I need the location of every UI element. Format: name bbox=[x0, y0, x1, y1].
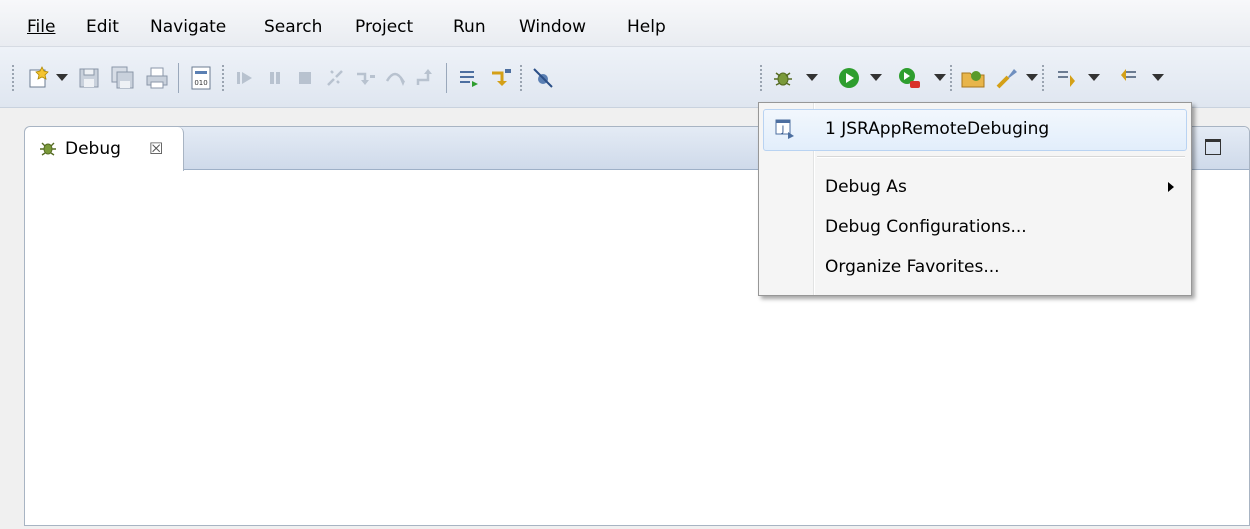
java-application-icon: J bbox=[774, 118, 796, 140]
tab-label: Debug bbox=[65, 139, 121, 159]
print-icon[interactable] bbox=[144, 65, 170, 91]
debug-icon[interactable] bbox=[770, 65, 796, 91]
menu-edit[interactable]: Edit bbox=[86, 16, 119, 38]
terminate-icon[interactable] bbox=[292, 65, 318, 91]
next-annotation-dropdown-caret[interactable] bbox=[1088, 74, 1100, 81]
save-all-icon[interactable] bbox=[110, 65, 136, 91]
tab-debug[interactable]: Debug ☒ bbox=[25, 127, 184, 171]
previous-annotation-dropdown-caret[interactable] bbox=[1152, 74, 1164, 81]
binary-icon[interactable]: 010 bbox=[188, 65, 214, 91]
menu-file[interactable]: File bbox=[27, 16, 55, 38]
new-wizard-icon[interactable] bbox=[26, 65, 52, 91]
menu-project[interactable]: Project bbox=[355, 16, 413, 38]
use-step-filters-icon[interactable] bbox=[488, 65, 514, 91]
toolbar-grip[interactable] bbox=[1042, 65, 1044, 91]
external-tools-dropdown-caret[interactable] bbox=[934, 74, 946, 81]
menu-search[interactable]: Search bbox=[264, 16, 322, 38]
menu-item-label: 1 JSRAppRemoteDebuging bbox=[825, 119, 1050, 139]
close-icon[interactable]: ☒ bbox=[149, 139, 163, 159]
run-icon[interactable] bbox=[836, 65, 862, 91]
toolbar-separator bbox=[178, 63, 179, 93]
menu-bar: File Edit Navigate Search Project Run Wi… bbox=[0, 0, 1250, 47]
toolbar-grip[interactable] bbox=[950, 65, 952, 91]
step-over-icon[interactable] bbox=[382, 65, 408, 91]
menu-item-organize-favorites[interactable]: Organize Favorites... bbox=[759, 247, 1191, 287]
drop-to-frame-icon[interactable] bbox=[456, 65, 482, 91]
menu-item-debug-configurations[interactable]: Debug Configurations... bbox=[759, 207, 1191, 247]
search-dropdown-caret[interactable] bbox=[1026, 74, 1038, 81]
resume-icon[interactable] bbox=[232, 65, 258, 91]
svg-text:010: 010 bbox=[194, 79, 207, 87]
menu-run[interactable]: Run bbox=[453, 16, 486, 38]
menu-window[interactable]: Window bbox=[519, 16, 586, 38]
disconnect-icon[interactable] bbox=[322, 65, 348, 91]
run-dropdown-caret[interactable] bbox=[870, 74, 882, 81]
menu-navigate[interactable]: Navigate bbox=[150, 16, 226, 38]
open-type-icon[interactable] bbox=[960, 65, 986, 91]
main-toolbar: 010 bbox=[0, 47, 1250, 108]
menu-item-label: Debug As bbox=[825, 177, 907, 197]
search-icon[interactable] bbox=[994, 65, 1020, 91]
toolbar-grip[interactable] bbox=[222, 65, 224, 91]
menu-item-recent-launch[interactable]: J 1 JSRAppRemoteDebuging bbox=[763, 109, 1187, 151]
external-tools-icon[interactable] bbox=[896, 65, 922, 91]
step-into-icon[interactable] bbox=[352, 65, 378, 91]
next-annotation-icon[interactable] bbox=[1054, 65, 1080, 91]
new-dropdown-caret[interactable] bbox=[56, 74, 68, 81]
menu-item-label: Organize Favorites... bbox=[825, 257, 1000, 277]
menu-item-debug-as[interactable]: Debug As bbox=[759, 167, 1191, 207]
menu-item-label: Debug Configurations... bbox=[825, 217, 1027, 237]
debug-dropdown-caret[interactable] bbox=[806, 74, 818, 81]
toolbar-grip[interactable] bbox=[520, 65, 522, 91]
previous-annotation-icon[interactable] bbox=[1116, 65, 1142, 91]
toolbar-separator bbox=[446, 63, 447, 93]
maximize-icon[interactable] bbox=[1205, 139, 1221, 155]
save-icon[interactable] bbox=[76, 65, 102, 91]
toolbar-grip[interactable] bbox=[12, 65, 14, 91]
toolbar-grip[interactable] bbox=[760, 65, 762, 91]
menu-help[interactable]: Help bbox=[627, 16, 666, 38]
step-return-icon[interactable] bbox=[412, 65, 438, 91]
svg-text:J: J bbox=[781, 125, 785, 135]
debug-dropdown-menu: J 1 JSRAppRemoteDebuging Debug As Debug … bbox=[758, 102, 1192, 296]
menu-separator bbox=[817, 156, 1185, 158]
submenu-arrow-icon bbox=[1168, 182, 1174, 192]
suspend-icon[interactable] bbox=[262, 65, 288, 91]
debug-icon bbox=[37, 137, 59, 159]
skip-breakpoints-icon[interactable] bbox=[530, 65, 556, 91]
